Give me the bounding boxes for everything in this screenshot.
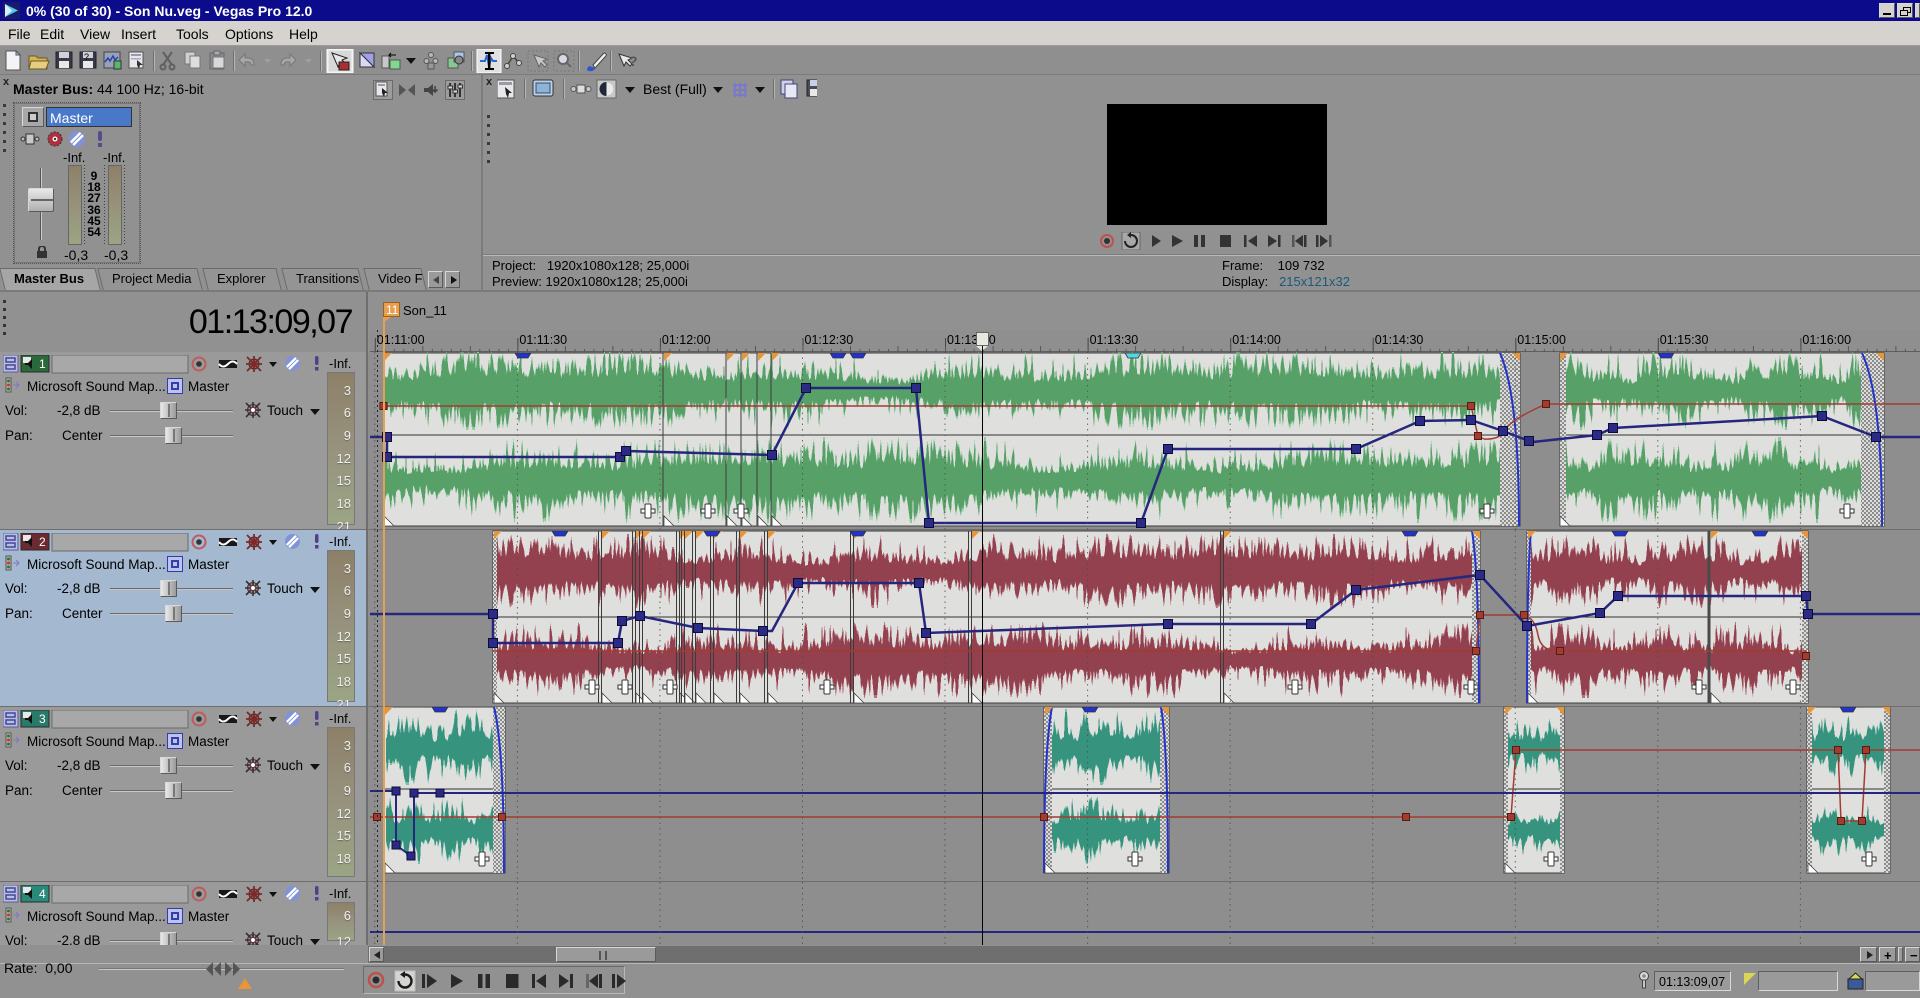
svg-text:4: 4 (39, 887, 46, 901)
svg-text:01:12:00: 01:12:00 (662, 333, 711, 347)
svg-text:01:16:00: 01:16:00 (1802, 333, 1851, 347)
svg-text:01:11:30: 01:11:30 (519, 333, 567, 347)
svg-text:01:12:30: 01:12:30 (805, 333, 854, 347)
svg-text:01:15:30: 01:15:30 (1660, 333, 1709, 347)
svg-text:01:15:00: 01:15:00 (1517, 333, 1566, 347)
svg-text:1: 1 (39, 357, 46, 371)
svg-text:?: ? (629, 53, 638, 69)
svg-text:?: ? (84, 52, 89, 62)
svg-text:2: 2 (39, 535, 46, 549)
svg-text:01:14:00: 01:14:00 (1232, 333, 1281, 347)
svg-text:Best (Full): Best (Full) (643, 81, 707, 97)
svg-text:01:14:30: 01:14:30 (1375, 333, 1424, 347)
svg-text:3: 3 (39, 712, 46, 726)
svg-text:01:13:30: 01:13:30 (1090, 333, 1139, 347)
